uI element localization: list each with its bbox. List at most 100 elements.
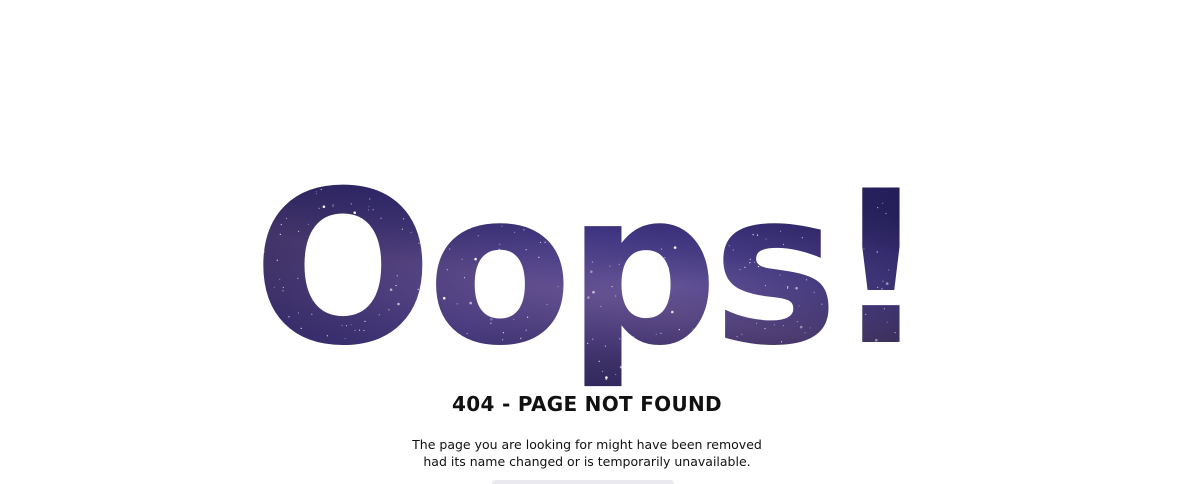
star-dot — [916, 339, 918, 341]
star-dot — [786, 373, 788, 375]
star-dot — [798, 305, 800, 307]
oops-headline: Oops! — [0, 160, 1200, 390]
star-dot — [417, 327, 419, 329]
star-dot — [579, 252, 581, 254]
star-dot — [556, 374, 558, 376]
star-dot — [350, 203, 352, 205]
star-dot — [609, 265, 611, 267]
star-dot — [297, 277, 299, 279]
star-dot — [595, 189, 597, 191]
star-dot — [587, 181, 589, 183]
star-dot — [592, 290, 595, 294]
star-dot — [397, 302, 400, 306]
star-dot — [307, 223, 309, 225]
star-dot — [344, 298, 346, 300]
star-dot — [312, 300, 314, 302]
star-dot — [675, 198, 677, 200]
star-dot — [752, 234, 754, 236]
star-dot — [280, 224, 282, 226]
star-dot — [450, 353, 452, 355]
star-dot — [673, 246, 677, 249]
star-dot — [476, 362, 478, 364]
star-dot — [805, 279, 808, 281]
star-dot — [329, 270, 331, 272]
star-dot — [853, 293, 856, 296]
star-dot — [925, 304, 926, 305]
star-dot — [446, 269, 448, 271]
star-dot — [860, 315, 862, 317]
star-dot — [264, 331, 266, 333]
star-dot — [765, 238, 767, 240]
star-dot — [744, 266, 746, 268]
star-dot — [691, 217, 693, 219]
star-dot — [667, 267, 669, 269]
star-dot — [598, 360, 600, 362]
star-dot — [534, 212, 536, 214]
star-dot — [433, 303, 436, 305]
star-dot — [917, 364, 920, 366]
star-dot — [318, 207, 320, 209]
star-dot — [595, 185, 598, 187]
star-dot — [378, 314, 380, 316]
star-dot — [826, 215, 828, 217]
star-dot — [809, 327, 811, 329]
star-dot — [674, 364, 677, 366]
star-dot — [282, 290, 284, 292]
star-dot — [571, 351, 575, 355]
star-dot — [357, 221, 359, 223]
star-dot — [368, 209, 370, 211]
star-dot — [929, 187, 930, 188]
star-dot — [853, 212, 856, 215]
home-button-partial[interactable] — [492, 480, 674, 484]
star-dot — [463, 277, 466, 279]
star-dot — [474, 257, 477, 261]
star-dot — [773, 248, 775, 250]
star-dot — [587, 342, 589, 344]
star-dot — [490, 200, 492, 202]
star-dot — [529, 218, 531, 220]
star-dot — [337, 277, 339, 279]
star-dot — [933, 311, 934, 312]
star-dot — [344, 182, 346, 184]
star-dot — [829, 347, 832, 349]
star-dot — [795, 286, 798, 290]
star-dot — [703, 180, 707, 183]
star-dot — [893, 186, 895, 188]
star-dot — [933, 271, 934, 272]
star-dot — [832, 234, 836, 238]
star-dot — [821, 303, 823, 305]
star-dot — [740, 182, 742, 184]
star-dot — [800, 252, 802, 254]
star-dot — [280, 185, 282, 187]
star-dot — [836, 329, 838, 331]
star-dot — [332, 205, 334, 207]
star-dot — [796, 321, 798, 323]
star-dot — [482, 187, 485, 191]
star-dot — [732, 249, 734, 251]
star-dot — [859, 278, 862, 281]
star-dot — [458, 369, 460, 371]
star-dot — [345, 325, 348, 327]
star-dot — [843, 340, 846, 343]
star-dot — [934, 265, 935, 266]
star-dot — [449, 248, 451, 250]
star-dot — [384, 347, 386, 349]
star-dot — [573, 183, 575, 185]
star-dot — [316, 191, 318, 193]
star-dot — [522, 360, 524, 362]
star-dot — [665, 277, 669, 281]
star-dot — [660, 248, 663, 250]
star-dot — [348, 219, 350, 221]
star-dot — [898, 341, 900, 343]
star-dot — [468, 191, 471, 195]
star-dot — [928, 232, 931, 235]
star-dot — [360, 274, 362, 276]
star-dot — [565, 377, 567, 379]
star-dot — [428, 309, 430, 311]
star-dot — [527, 316, 529, 318]
star-dot — [592, 338, 594, 340]
star-dot — [261, 275, 263, 277]
star-dot — [570, 364, 573, 367]
star-dot — [525, 329, 527, 331]
star-dot — [561, 370, 563, 372]
